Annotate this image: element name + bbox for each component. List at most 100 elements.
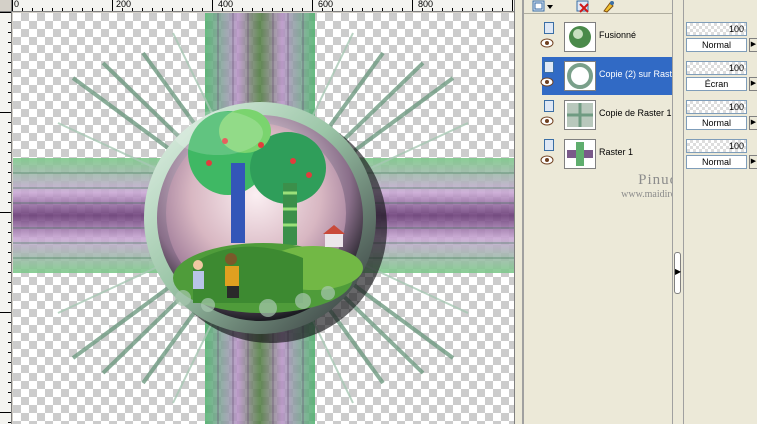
ruler-tick	[8, 92, 11, 93]
ruler-tick	[8, 392, 11, 393]
chevron-right-icon[interactable]: ▶	[749, 38, 757, 52]
ruler-tick	[52, 8, 53, 11]
ruler-tick	[142, 8, 143, 11]
ruler-tick	[32, 8, 33, 11]
opacity-field[interactable]: 100	[686, 61, 747, 75]
ruler-tick	[8, 352, 11, 353]
ruler-tick	[8, 62, 11, 63]
ruler-tick	[212, 0, 213, 11]
ruler-tick	[462, 8, 463, 11]
ruler-tick	[262, 8, 263, 11]
layer-group-icon	[544, 61, 554, 73]
ruler-tick	[8, 42, 11, 43]
ruler-tick	[42, 8, 43, 11]
ruler-tick	[8, 232, 11, 233]
new-layer-icon[interactable]	[532, 0, 546, 13]
eye-icon[interactable]	[540, 155, 554, 165]
vertical-scrollbar[interactable]	[514, 0, 522, 424]
ruler-left	[0, 12, 12, 424]
ruler-tick	[22, 8, 23, 11]
ruler-tick	[482, 8, 483, 11]
ruler-tick	[332, 8, 333, 11]
layers-panel: Fusionné Copie (2) sur Raster Copie de R…	[522, 0, 674, 424]
ruler-tick	[8, 362, 11, 363]
dropdown-arrow-icon[interactable]	[546, 0, 554, 13]
ruler-tick	[8, 192, 11, 193]
ruler-corner	[0, 0, 12, 12]
opacity-field[interactable]: 100	[686, 139, 747, 153]
ruler-tick	[282, 8, 283, 11]
ruler-tick	[8, 122, 11, 123]
layer-name: Fusionné	[599, 30, 637, 40]
ruler-tick	[12, 0, 13, 11]
blend-mode-select[interactable]: Normal	[686, 38, 747, 52]
blend-mode-select[interactable]: Normal	[686, 116, 747, 130]
layer-name: Copie (2) sur Raster	[599, 69, 674, 79]
ruler-tick	[8, 222, 11, 223]
panel-divider[interactable]	[672, 0, 684, 424]
blend-mode-select[interactable]: Écran	[686, 77, 747, 91]
opacity-field[interactable]: 100	[686, 22, 747, 36]
ruler-tick	[322, 8, 323, 11]
properties-icon[interactable]	[602, 0, 616, 13]
layer-group-icon	[544, 139, 554, 151]
eye-icon[interactable]	[540, 38, 554, 48]
ruler-tick	[62, 8, 63, 11]
ruler-tick	[8, 82, 11, 83]
ruler-tick	[442, 8, 443, 11]
ruler-tick	[8, 292, 11, 293]
cross-thumbnail	[564, 139, 596, 169]
layer-row-copie-2[interactable]: Copie (2) sur Raster	[540, 57, 674, 95]
image-canvas[interactable]	[13, 13, 514, 424]
eye-icon[interactable]	[540, 116, 554, 126]
collapse-handle[interactable]: ▶	[674, 252, 681, 294]
layer-properties-panel: 100 Normal ▶ 100 Écran ▶ 100 Normal ▶ 10…	[684, 0, 757, 424]
ruler-tick	[182, 8, 183, 11]
opacity-field[interactable]: 100	[686, 100, 747, 114]
ruler-tick	[472, 8, 473, 11]
ruler-tick	[8, 402, 11, 403]
ruler-tick	[8, 342, 11, 343]
ruler-tick	[8, 422, 11, 423]
artwork	[13, 13, 514, 424]
ruler-label: 600	[318, 0, 334, 9]
ruler-tick	[8, 162, 11, 163]
layer-row-raster-1[interactable]: Raster 1	[540, 135, 674, 173]
eye-icon[interactable]	[540, 77, 554, 87]
ruler-tick	[412, 0, 413, 11]
ruler-top: 0 200 400 600 800	[12, 0, 514, 12]
ruler-tick	[152, 8, 153, 11]
layer-name: Raster 1	[599, 147, 634, 157]
chevron-right-icon[interactable]: ▶	[749, 77, 757, 91]
ruler-tick	[352, 8, 353, 11]
chevron-right-icon[interactable]: ▶	[749, 116, 757, 130]
ruler-tick	[202, 8, 203, 11]
layer-props-3: 100 Normal ▶	[686, 137, 757, 173]
layer-row-copie-raster-1[interactable]: Copie de Raster 1	[540, 96, 674, 134]
ruler-tick	[312, 0, 313, 11]
layer-props-1: 100 Écran ▶	[686, 59, 757, 95]
ruler-tick	[8, 282, 11, 283]
ruler-tick	[232, 8, 233, 11]
ruler-tick	[192, 8, 193, 11]
layer-name: Copie de Raster 1	[599, 108, 672, 118]
ruler-tick	[272, 8, 273, 11]
delete-layer-icon[interactable]	[576, 0, 590, 13]
ruler-label: 0	[14, 0, 20, 9]
ruler-tick	[0, 412, 11, 413]
ruler-label: 800	[418, 0, 434, 9]
ruler-tick	[402, 8, 403, 11]
layer-group-icon	[544, 100, 554, 112]
ruler-tick	[512, 0, 513, 11]
ruler-tick	[8, 262, 11, 263]
layer-row-fusionne[interactable]: Fusionné	[540, 18, 674, 56]
ruler-tick	[122, 8, 123, 11]
ruler-tick	[432, 8, 433, 11]
ruler-tick	[0, 12, 11, 13]
chevron-right-icon: ▶	[675, 267, 682, 276]
blend-mode-select[interactable]: Normal	[686, 155, 747, 169]
ruler-tick	[112, 0, 113, 11]
globe-thumbnail	[564, 22, 596, 52]
chevron-right-icon[interactable]: ▶	[749, 155, 757, 169]
canvas-area: 0 200 400 600 800	[0, 0, 522, 424]
